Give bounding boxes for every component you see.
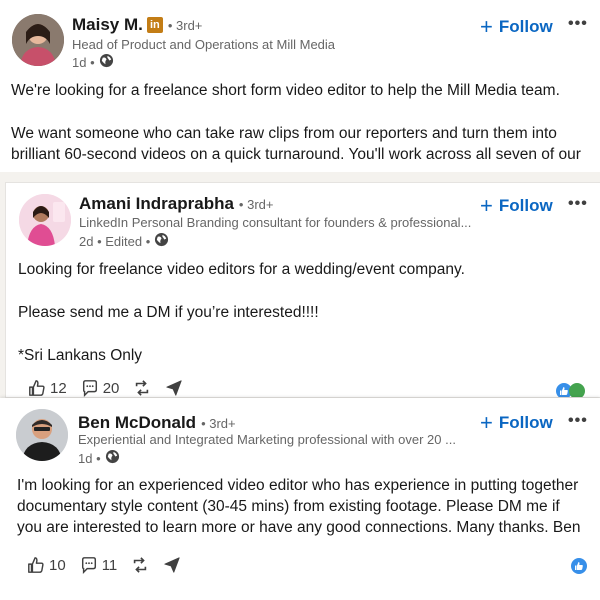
- send-icon: [166, 380, 183, 396]
- author-row: Amani Indraprabha • 3rd+: [79, 194, 273, 214]
- avatar[interactable]: [16, 409, 68, 461]
- author-row: Maisy M. in • 3rd+: [72, 15, 202, 35]
- follow-button[interactable]: + Follow: [480, 412, 553, 434]
- follow-button[interactable]: + Follow: [480, 195, 553, 217]
- repost-button[interactable]: [133, 379, 151, 397]
- post-paragraph: We want someone who can take raw clips f…: [11, 125, 581, 163]
- post-card-amani: Amani Indraprabha • 3rd+ LinkedIn Person…: [6, 183, 600, 397]
- author-name[interactable]: Maisy M.: [72, 15, 143, 35]
- more-icon[interactable]: •••: [568, 412, 588, 430]
- like-button[interactable]: 12: [28, 379, 67, 397]
- author-headline: Head of Product and Operations at Mill M…: [72, 37, 336, 52]
- post-paragraph: Please send me a DM if you’re interested…: [18, 304, 319, 321]
- repost-icon: [136, 380, 149, 396]
- repost-icon: [134, 557, 147, 573]
- comment-button[interactable]: 11: [80, 556, 118, 574]
- post-time: 2d • Edited •: [79, 233, 151, 249]
- like-count: 12: [50, 379, 67, 397]
- post-meta: 1d •: [78, 449, 120, 467]
- post-time: 1d •: [78, 450, 101, 466]
- connection-degree: • 3rd+: [201, 415, 236, 431]
- post-actions: 12 20: [28, 379, 183, 397]
- post-card-maisy: Maisy M. in • 3rd+ Head of Product and O…: [0, 0, 600, 172]
- connection-degree: • 3rd+: [167, 17, 203, 33]
- author-name[interactable]: Amani Indraprabha: [79, 194, 234, 214]
- avatar[interactable]: [12, 14, 64, 66]
- plus-icon: +: [480, 14, 493, 39]
- reaction-like-icon: [571, 558, 587, 574]
- post-text: Looking for freelance video editors for …: [18, 259, 588, 366]
- post-actions: 10 11: [27, 556, 181, 574]
- more-icon[interactable]: •••: [568, 195, 588, 213]
- post-paragraph: I'm looking for an experienced video edi…: [17, 477, 581, 536]
- author-headline: Experiential and Integrated Marketing pr…: [78, 432, 456, 447]
- reaction-celebrate-icon: [569, 383, 585, 397]
- comment-count: 20: [102, 379, 120, 397]
- author-row: Ben McDonald • 3rd+: [78, 413, 236, 433]
- like-icon: [28, 557, 44, 573]
- post-meta: 2d • Edited •: [79, 232, 169, 250]
- post-paragraph: Looking for freelance video editors for …: [18, 261, 465, 278]
- post-text: We're looking for a freelance short form…: [11, 80, 591, 165]
- post-meta: 1d •: [72, 53, 114, 71]
- post-text: I'm looking for an experienced video edi…: [17, 475, 587, 538]
- post-paragraph: We're looking for a freelance short form…: [11, 82, 560, 99]
- more-icon[interactable]: •••: [568, 15, 588, 33]
- post-card-ben: Ben McDonald • 3rd+ Experiential and Int…: [0, 398, 600, 600]
- repost-button[interactable]: [131, 556, 149, 574]
- comment-button[interactable]: 20: [81, 379, 120, 397]
- send-button[interactable]: [163, 556, 181, 574]
- feed: Maisy M. in • 3rd+ Head of Product and O…: [0, 0, 600, 600]
- send-button[interactable]: [165, 379, 183, 397]
- author-name[interactable]: Ben McDonald: [78, 413, 196, 433]
- globe-icon: [99, 53, 114, 71]
- globe-icon: [154, 232, 169, 250]
- avatar[interactable]: [19, 194, 71, 246]
- send-icon: [164, 557, 180, 573]
- plus-icon: +: [480, 410, 493, 435]
- globe-icon: [105, 449, 120, 467]
- connection-degree: • 3rd+: [238, 196, 274, 212]
- author-headline: LinkedIn Personal Branding consultant fo…: [79, 215, 472, 230]
- plus-icon: +: [480, 193, 493, 218]
- like-icon: [29, 380, 45, 396]
- comment-icon: [82, 380, 97, 397]
- comment-count: 11: [101, 556, 118, 574]
- comment-icon: [81, 557, 96, 574]
- linkedin-premium-icon: in: [146, 17, 163, 33]
- like-count: 10: [49, 556, 66, 574]
- post-paragraph: *Sri Lankans Only: [18, 347, 143, 364]
- post-time: 1d •: [72, 54, 95, 70]
- follow-button[interactable]: + Follow: [480, 16, 553, 38]
- like-button[interactable]: 10: [27, 556, 66, 574]
